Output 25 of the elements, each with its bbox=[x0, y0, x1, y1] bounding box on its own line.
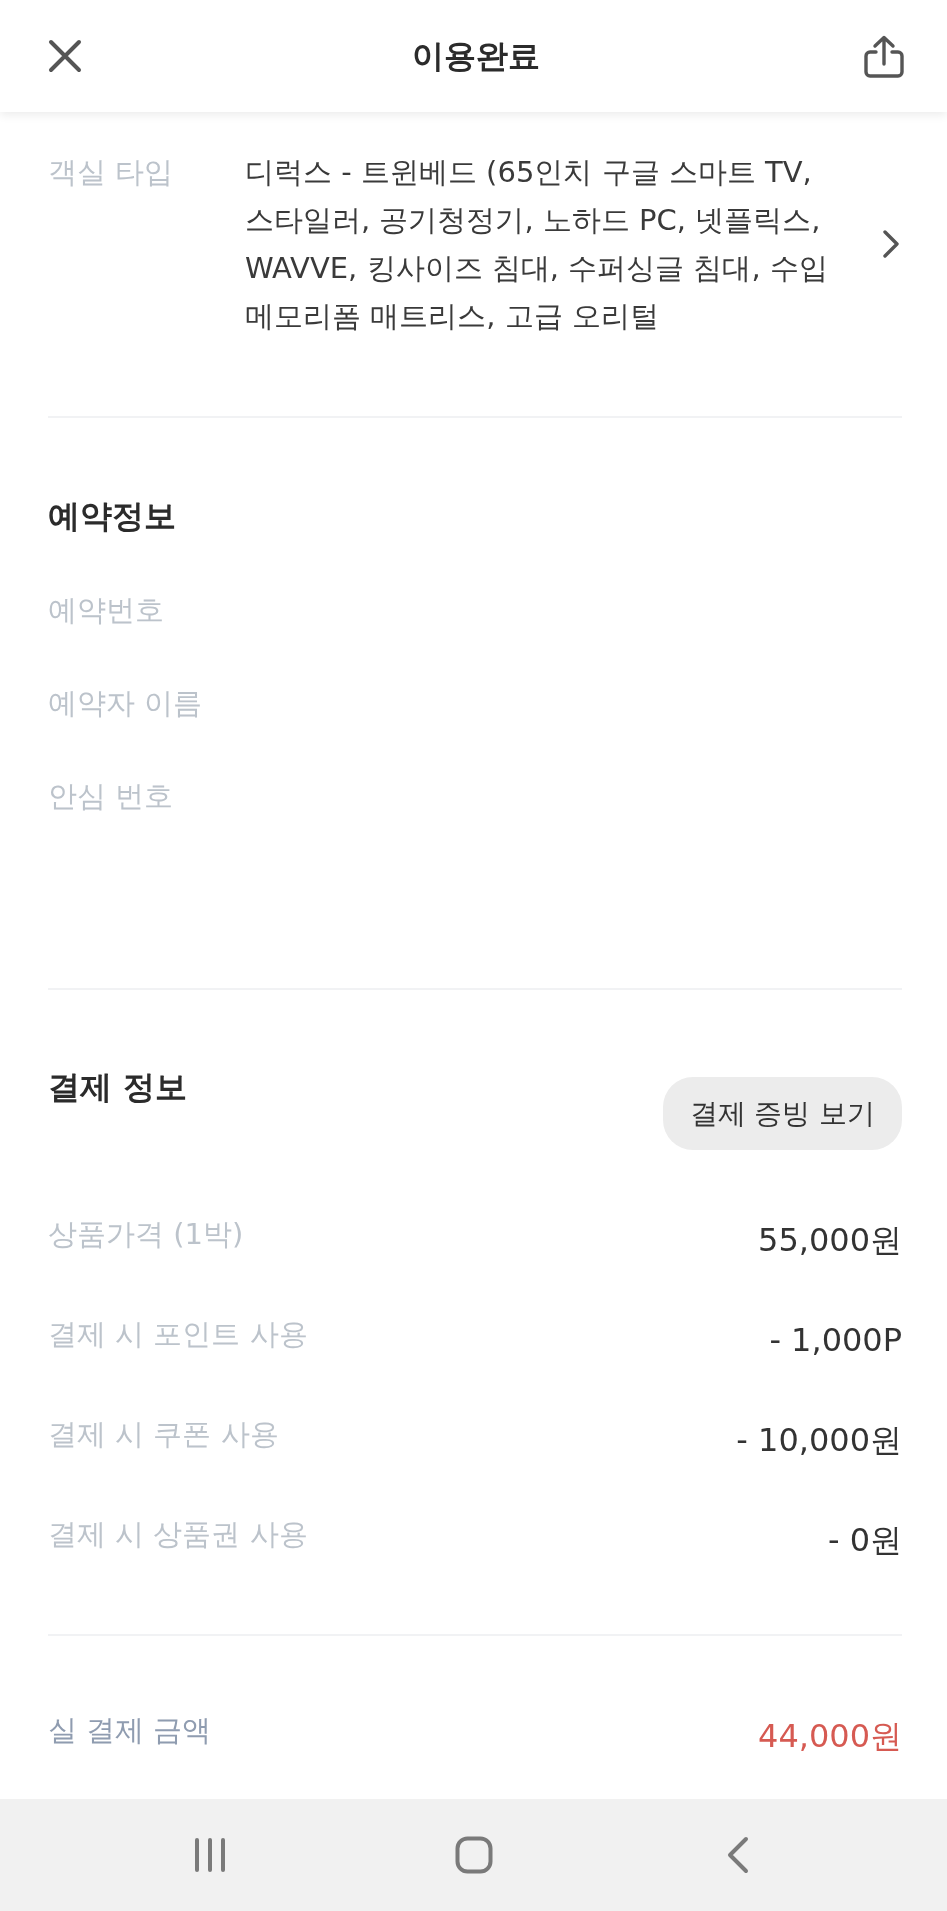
back-icon[interactable] bbox=[725, 1836, 750, 1874]
receipt-button[interactable]: 결제 증빙 보기 bbox=[663, 1077, 902, 1150]
chevron-right-icon[interactable] bbox=[882, 229, 900, 259]
field-label: 안심 번호 bbox=[48, 778, 174, 815]
field-label: 예약번호 bbox=[48, 592, 164, 629]
header-title: 이용완료 bbox=[412, 36, 540, 77]
total-amount: 44,000원 bbox=[758, 1716, 902, 1757]
price-amount: - 1,000P bbox=[769, 1320, 902, 1361]
room-type-label: 객실 타입 bbox=[48, 154, 175, 191]
section-title: 결제 정보 bbox=[48, 1067, 188, 1108]
recent-apps-icon[interactable] bbox=[192, 1837, 227, 1873]
price-label: 상품가격 (1박) bbox=[48, 1216, 244, 1253]
field-label: 예약자 이름 bbox=[48, 685, 203, 722]
total-label: 실 결제 금액 bbox=[48, 1712, 212, 1749]
close-icon[interactable] bbox=[48, 39, 82, 73]
price-label: 결제 시 쿠폰 사용 bbox=[48, 1416, 279, 1453]
section-title: 예약정보 bbox=[48, 496, 177, 537]
room-type-value: 디럭스 - 트윈베드 (65인치 구글 스마트 TV, 스타일러, 공기청정기, 노하드 PC, 넷플릭스, WAVVE, 킹사이즈 침대, 수퍼싱글 침대, 수입 메모리폼 매트리스, 고급 오리털 bbox=[245, 154, 829, 335]
share-icon[interactable] bbox=[864, 34, 904, 78]
price-amount: - 0원 bbox=[827, 1520, 902, 1561]
price-amount: 55,000원 bbox=[758, 1220, 902, 1261]
home-icon[interactable] bbox=[454, 1836, 493, 1874]
price-label: 결제 시 상품권 사용 bbox=[48, 1516, 308, 1553]
price-label: 결제 시 포인트 사용 bbox=[48, 1316, 308, 1353]
price-amount: - 10,000원 bbox=[736, 1420, 902, 1461]
